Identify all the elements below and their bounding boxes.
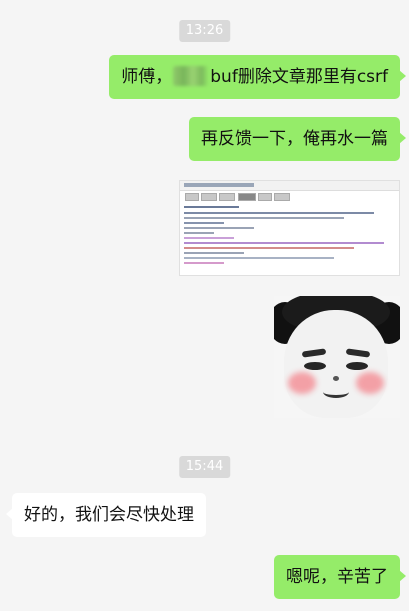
- sent-sticker-panda[interactable]: [274, 296, 400, 418]
- sent-image-screenshot[interactable]: [179, 180, 400, 276]
- sent-message[interactable]: 嗯呢，辛苦了: [274, 555, 406, 599]
- message-text: 好的，我们会尽快处理: [24, 505, 194, 525]
- message-text: 再反馈一下，俺再水一篇: [201, 129, 388, 149]
- sent-message[interactable]: 再反馈一下，俺再水一篇: [189, 117, 406, 161]
- timestamp: 15:44: [178, 456, 231, 478]
- sent-message[interactable]: 师傅， buf删除文章那里有csrf: [109, 55, 406, 99]
- message-text: 嗯呢，辛苦了: [286, 567, 388, 587]
- received-message[interactable]: 好的，我们会尽快处理: [6, 493, 206, 537]
- timestamp: 13:26: [178, 20, 231, 42]
- redacted-name: [173, 66, 210, 86]
- message-text: buf删除文章那里有csrf: [210, 67, 388, 87]
- message-text: 师傅，: [121, 67, 173, 87]
- sticker-face: [284, 310, 388, 418]
- screenshot-titlebar: [180, 181, 399, 191]
